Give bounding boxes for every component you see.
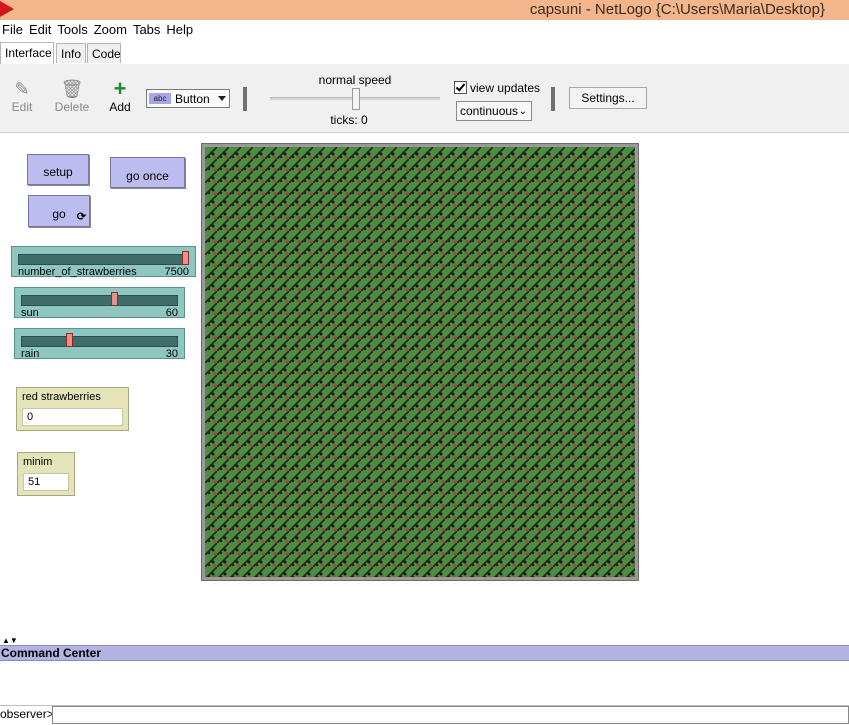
menu-tabs[interactable]: Tabs [131, 20, 164, 37]
toolbar-separator [243, 87, 247, 111]
edit-button-label: Edit [11, 100, 33, 114]
menu-help[interactable]: Help [164, 20, 197, 37]
command-center-title: Command Center [1, 646, 102, 660]
add-button-label: Add [109, 100, 131, 114]
collapse-arrows-icon[interactable]: ▲▼ [2, 636, 18, 645]
menu-edit[interactable]: Edit [27, 20, 55, 37]
pencil-icon: ✎ [14, 79, 30, 99]
go-button-label: go [52, 207, 66, 221]
ticks-counter: ticks: 0 [330, 113, 368, 127]
monitor-red-strawberries: red strawberries 0 [16, 387, 129, 431]
menu-file[interactable]: File [0, 20, 27, 37]
observer-prompt-select[interactable]: observer> [0, 707, 54, 721]
command-center-input-row: observer> [0, 706, 849, 725]
world-view[interactable] [201, 143, 639, 581]
monitor-value: 0 [22, 408, 123, 426]
tab-bar: Interface Info Code [0, 40, 849, 65]
forever-loop-icon: ⟳ [76, 211, 86, 223]
widget-type-label: Button [175, 92, 210, 106]
settings-button[interactable]: Settings... [569, 87, 647, 109]
add-button[interactable]: + Add [106, 76, 134, 115]
slider-rain[interactable]: rain 30 [14, 328, 185, 360]
menu-bar: File Edit Tools Zoom Tabs Help [0, 20, 849, 40]
plus-icon: + [113, 76, 127, 101]
slider-value: 30 [165, 348, 178, 360]
toolbar: ✎ Edit 🗑 Delete + Add abc Button normal … [0, 64, 849, 133]
tab-info[interactable]: Info [56, 43, 86, 63]
widget-type-select[interactable]: abc Button [146, 89, 230, 108]
slider-track[interactable] [18, 254, 189, 265]
monitor-name: minim [23, 456, 53, 468]
command-input[interactable] [52, 706, 849, 724]
slider-track[interactable] [21, 295, 178, 306]
slider-name: rain [21, 348, 40, 360]
slider-value: 7500 [164, 266, 189, 278]
window-title: capsuni - NetLogo {C:\Users\Maria\Deskto… [529, 1, 825, 18]
chevron-down-icon [218, 96, 226, 101]
view-updates-toggle[interactable]: view updates [454, 81, 540, 95]
speed-slider-thumb[interactable] [352, 88, 360, 110]
slider-thumb[interactable] [111, 292, 118, 306]
go-forever-button[interactable]: go ⟳ [28, 195, 90, 227]
trash-icon: 🗑 [60, 79, 84, 99]
update-mode-value: continuous [460, 104, 519, 118]
slider-thumb[interactable] [182, 251, 189, 265]
view-updates-label: view updates [470, 81, 541, 95]
chevron-down-icon: ⌄ [518, 106, 527, 117]
tab-interface[interactable]: Interface [0, 42, 54, 64]
checkbox-checked-icon[interactable] [454, 81, 467, 94]
command-center-output[interactable] [0, 661, 849, 706]
menu-zoom[interactable]: Zoom [92, 20, 131, 37]
command-center-resize-handle[interactable]: ▲▼ [0, 636, 849, 645]
menu-tools[interactable]: Tools [55, 20, 91, 37]
go-once-button[interactable]: go once [110, 157, 185, 188]
slider-track[interactable] [21, 336, 178, 347]
edit-button[interactable]: ✎ Edit [8, 78, 36, 114]
slider-sun[interactable]: sun 60 [14, 287, 185, 319]
update-mode-select[interactable]: continuous ⌄ [456, 101, 532, 121]
speed-label: normal speed [318, 73, 392, 87]
slider-thumb[interactable] [66, 333, 73, 347]
monitor-value: 51 [23, 473, 69, 491]
slider-name: number_of_strawberries [18, 266, 137, 278]
tab-code[interactable]: Code [87, 43, 121, 63]
title-bar: capsuni - NetLogo {C:\Users\Maria\Deskto… [0, 0, 849, 20]
monitor-name: red strawberries [22, 391, 101, 403]
monitor-minim: minim 51 [17, 452, 75, 496]
delete-button-label: Delete [54, 100, 90, 114]
command-center-header: Command Center [0, 645, 849, 661]
slider-name: sun [21, 307, 39, 319]
slider-value: 60 [165, 307, 178, 319]
button-widget-icon: abc [149, 93, 171, 104]
setup-button[interactable]: setup [27, 154, 89, 185]
slider-number-of-strawberries[interactable]: number_of_strawberries 7500 [11, 246, 196, 278]
toolbar-separator [551, 87, 555, 111]
delete-button[interactable]: 🗑 Delete [54, 78, 90, 114]
